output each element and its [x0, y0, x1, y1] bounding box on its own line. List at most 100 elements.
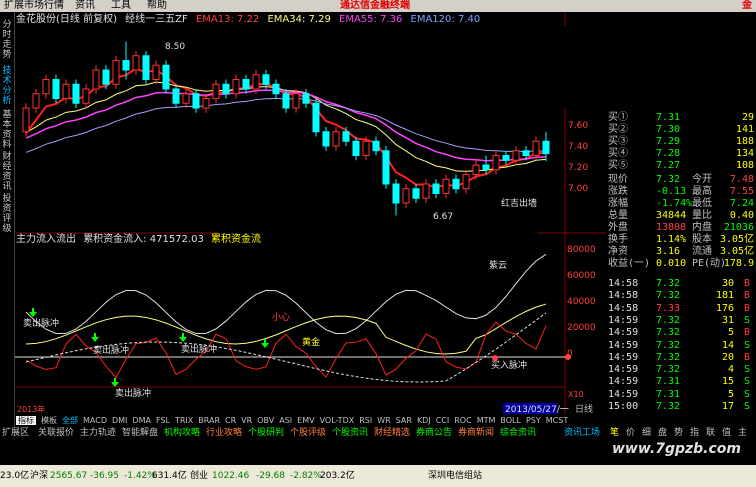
indicator-tab[interactable]: EMV	[297, 416, 314, 425]
quote-tab[interactable]: 指	[690, 427, 699, 439]
status-item: -29.68	[256, 471, 286, 481]
quote-tab[interactable]: 细	[642, 427, 651, 439]
stat-value: -0.13	[656, 186, 687, 197]
nav-tab[interactable]: 券商公告	[416, 427, 452, 439]
indicator-tab[interactable]: TRIX	[175, 416, 193, 425]
tick-time: 14:59	[608, 376, 639, 388]
nav-tab[interactable]: 资讯工场	[564, 427, 600, 439]
indicator-tab[interactable]: WR	[377, 416, 390, 425]
candle-body	[172, 88, 180, 104]
promo-title[interactable]: 通达信金融终端	[340, 0, 410, 12]
indicator-tab[interactable]: PSY	[526, 416, 541, 425]
indicator-tab[interactable]: ROC	[454, 416, 471, 425]
menu-item-tools[interactable]: 工具	[111, 0, 131, 12]
tab-fundamentals[interactable]: 基本资料	[1, 110, 13, 150]
tick-side: S	[744, 314, 751, 326]
bid-label: 买①	[608, 112, 628, 123]
stat-value: 1.14%	[656, 234, 687, 245]
candle-body	[482, 164, 490, 171]
stat-label: 量比	[692, 210, 712, 221]
tab-rating-label: 投资评级	[2, 194, 12, 234]
quote-tab[interactable]: 盘	[658, 427, 667, 439]
tick-time: 15:00	[608, 401, 639, 412]
tick-time: 14:58	[608, 278, 639, 289]
indicator-tab[interactable]: DMI	[112, 416, 127, 425]
menu-item-market[interactable]: 扩展市场行情	[4, 0, 64, 12]
menu-item-help[interactable]: 帮助	[147, 0, 167, 12]
stat-label: 净资	[608, 246, 628, 257]
candle-body	[62, 83, 70, 99]
indicator-tab[interactable]: VR	[241, 416, 252, 425]
corner-label[interactable]: 金	[742, 0, 752, 12]
tick-price: 7.33	[656, 302, 681, 314]
candle-body	[322, 131, 330, 147]
candle-body	[122, 60, 130, 71]
quote-tab[interactable]: 值	[722, 427, 731, 439]
tab-fundamentals-label: 基本资料	[2, 110, 12, 150]
nav-tab[interactable]: 综合资讯	[500, 427, 536, 439]
tick-time: 14:59	[608, 364, 639, 376]
nav-tab[interactable]: 智能解盘	[122, 427, 158, 439]
price-tick: 7.40	[568, 142, 588, 152]
indicator-tab[interactable]: DMA	[132, 416, 151, 425]
tab-rating[interactable]: 投资评级	[1, 194, 13, 234]
quote-tab[interactable]: 笔	[610, 427, 619, 439]
indicator-tab[interactable]: SAR	[396, 416, 412, 425]
indicator-tab[interactable]: 全部	[62, 416, 78, 425]
bid-price: 7.29	[656, 136, 681, 147]
nav-tab[interactable]: 关联报价	[38, 427, 74, 439]
tab-finance-news-label: 财经资讯	[2, 152, 12, 192]
indicator-tab[interactable]: RSI	[359, 416, 372, 425]
quote-tab[interactable]: 势	[674, 427, 683, 439]
status-item: 203.2亿	[320, 471, 355, 481]
tab-technical[interactable]: 技术分析	[1, 66, 13, 106]
left-tab-bar: 分时走势 技术分析 基本资料 财经资讯 投资评级	[0, 12, 15, 428]
indicator-tab[interactable]: CCI	[436, 416, 450, 425]
indicator-tab[interactable]: FSL	[156, 416, 170, 425]
nav-tab[interactable]: 行业攻略	[206, 427, 242, 439]
indicator-tab[interactable]: CR	[225, 416, 236, 425]
indicator-tab[interactable]: 指标	[16, 416, 36, 425]
bid-price: 7.30	[656, 124, 681, 135]
indicator-tab[interactable]: MACD	[83, 416, 107, 425]
indicator-tab[interactable]: OBV	[257, 416, 274, 425]
menu-item-news[interactable]: 资讯	[75, 0, 95, 12]
sell-pulse-label: 卖出脉冲	[181, 343, 217, 355]
nav-tab[interactable]: 个股评级	[290, 427, 326, 439]
nav-tab[interactable]: 个股资讯	[332, 427, 368, 439]
tick-volume: 31	[721, 314, 734, 326]
indicator-tab[interactable]: MCST	[546, 416, 568, 425]
quote-tab[interactable]: 联	[706, 427, 715, 439]
nav-tab[interactable]: 扩展区	[2, 427, 29, 439]
stat-value: 7.55	[729, 186, 754, 197]
indicator-tab[interactable]: MTM	[477, 416, 496, 425]
indicator-tab[interactable]: 模板	[41, 416, 57, 425]
period-label[interactable]: 日线	[575, 403, 593, 415]
stat-label: 外盘	[608, 222, 628, 233]
nav-tab[interactable]: 券商新闻	[458, 427, 494, 439]
date-label: 2013/05/27/一	[505, 405, 569, 415]
nav-tab[interactable]: 机构攻略	[164, 427, 200, 439]
nav-tab[interactable]: 主力轨迹	[80, 427, 116, 439]
tab-finance-news[interactable]: 财经资讯	[1, 152, 13, 192]
candle-body	[292, 93, 300, 109]
tab-intraday[interactable]: 分时走势	[1, 20, 13, 60]
nav-tab[interactable]: 财经精选	[374, 427, 410, 439]
tick-time: 14:59	[608, 388, 639, 400]
stat-label: 总量	[608, 210, 628, 221]
tick-price: 7.32	[656, 351, 681, 363]
indicator-tab[interactable]: KDJ	[417, 416, 431, 425]
indicator-tab[interactable]: BOLL	[500, 416, 521, 425]
candle-body	[72, 83, 80, 104]
quote-tab[interactable]: 价	[626, 427, 635, 439]
candle-body	[532, 140, 540, 156]
quote-tab[interactable]: 主	[738, 427, 747, 439]
tick-side: B	[744, 278, 751, 289]
indicator-tab[interactable]: ASI	[279, 416, 292, 425]
stat-value: 21036	[723, 222, 754, 233]
candle-body	[252, 74, 260, 90]
nav-tab[interactable]: 个股研判	[248, 427, 284, 439]
stat-value: 3.05亿	[720, 234, 755, 245]
indicator-tab[interactable]: BRAR	[198, 416, 220, 425]
indicator-tab[interactable]: VOL-TDX	[320, 416, 355, 425]
